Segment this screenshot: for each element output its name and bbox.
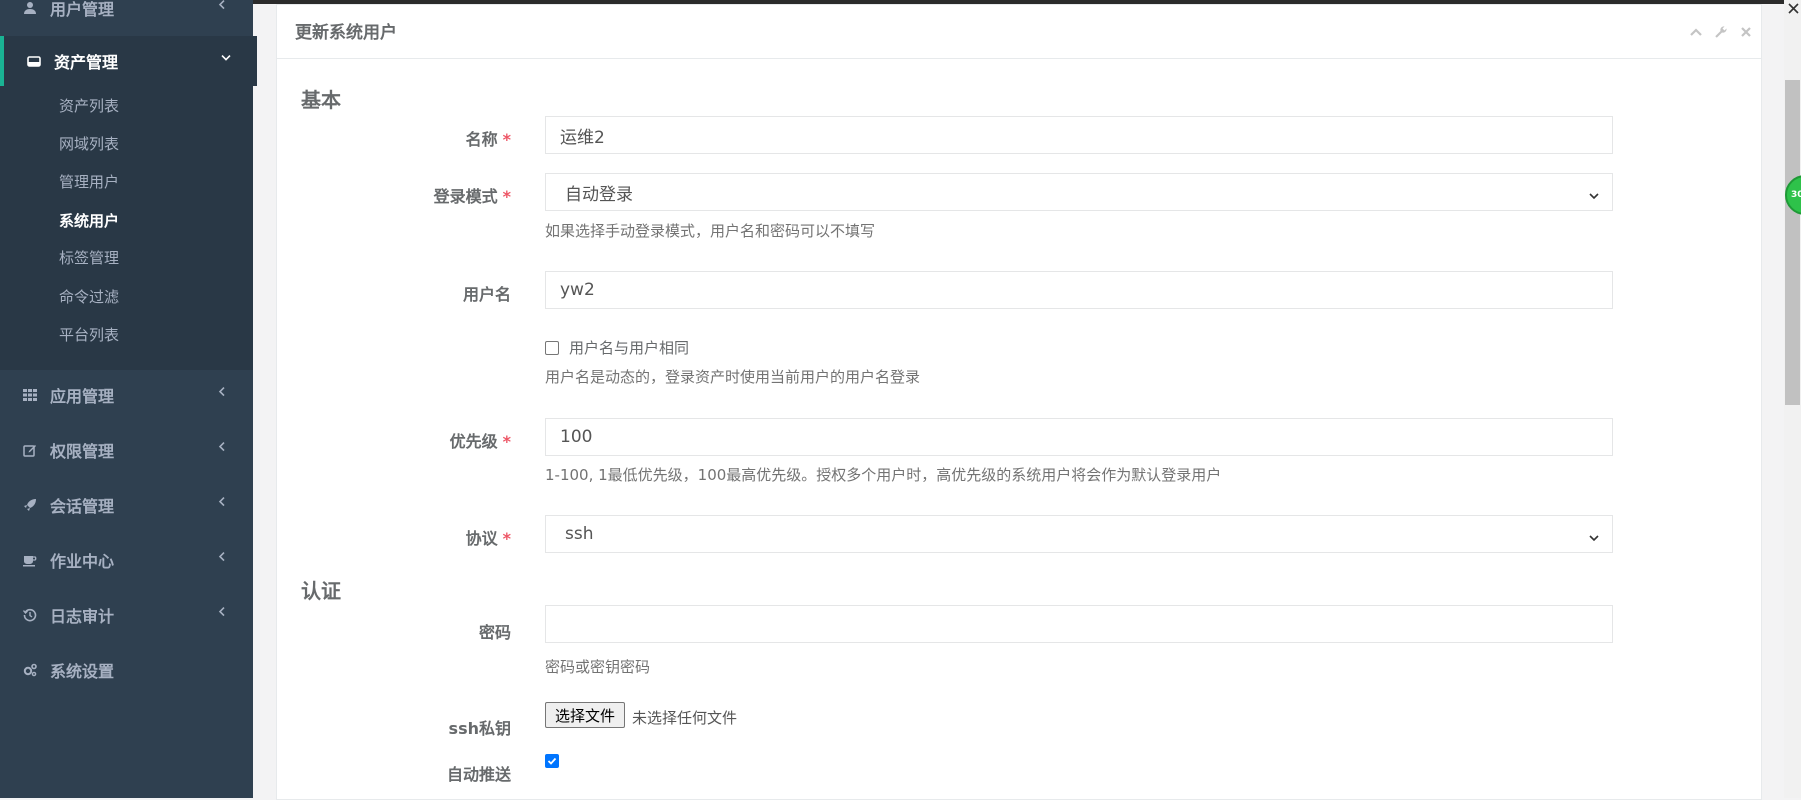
username-label: 用户名	[462, 285, 511, 304]
hdd-icon	[26, 53, 42, 69]
sidebar-item-domain-list[interactable]: 网域列表	[59, 132, 119, 156]
edit-icon	[22, 442, 38, 458]
username-label-wrap: 用户名	[277, 281, 511, 305]
update-system-user-panel: 更新系统用户 基本 名称* 登录模式* 自动登录 如果选择手动登录模式，用户名和…	[276, 4, 1762, 800]
priority-help: 1-100, 1最低优先级，100最高优先级。授权多个用户时，高优先级的系统用户…	[545, 466, 1222, 484]
sidebar-item-asset-list[interactable]: 资产列表	[59, 94, 119, 118]
chevron-down-icon	[1588, 529, 1600, 542]
login-mode-selected-value: 自动登录	[565, 184, 633, 205]
page-scrollbar-thumb[interactable]	[1785, 80, 1800, 405]
chevron-down-icon	[221, 53, 235, 67]
name-label-wrap: 名称 *	[277, 126, 511, 150]
protocol-select[interactable]: ssh	[545, 515, 1613, 553]
protocol-label-wrap: 协议 *	[277, 525, 511, 549]
nav-item-log-audit[interactable]: 日志审计	[0, 590, 253, 640]
th-grid-icon	[22, 387, 38, 403]
window-close-icon[interactable]	[1786, 0, 1801, 14]
nav-item-asset-management[interactable]: 资产管理	[0, 36, 257, 86]
auto-push-label-wrap: 自动推送	[277, 761, 511, 785]
protocol-selected-value: ssh	[565, 524, 594, 544]
login-mode-help: 如果选择手动登录模式，用户名和密码可以不填写	[545, 222, 876, 240]
priority-input[interactable]	[545, 418, 1613, 456]
sidebar-item-command-filter[interactable]: 命令过滤	[59, 285, 119, 309]
login-mode-label: 登录模式 *	[434, 183, 511, 207]
nav-item-label: 作业中心	[50, 552, 115, 571]
chevron-left-icon	[217, 552, 231, 566]
chevron-left-icon	[217, 442, 231, 456]
asset-submenu: 资产列表 网域列表 管理用户 系统用户 标签管理 命令过滤 平台列表	[0, 86, 253, 370]
priority-label: 优先级 *	[450, 428, 511, 452]
users-icon	[22, 0, 38, 16]
priority-label-text: 优先级	[449, 432, 498, 451]
checkmark-icon	[547, 757, 557, 765]
sidebar-item-platform-list[interactable]: 平台列表	[59, 323, 119, 347]
nav-item-user-management[interactable]: 用户管理	[0, 0, 253, 33]
password-label-wrap: 密码	[277, 619, 511, 643]
name-label: 名称 *	[466, 126, 511, 150]
nav-item-label: 日志审计	[50, 607, 115, 626]
rocket-icon	[22, 497, 38, 513]
priority-label-wrap: 优先级 *	[277, 428, 511, 452]
required-mark: *	[502, 187, 511, 206]
auto-push-checkbox[interactable]	[545, 754, 559, 768]
name-label-text: 名称	[465, 130, 498, 149]
sidebar-item-system-user[interactable]: 系统用户	[59, 209, 119, 233]
same-username-help: 用户名是动态的，登录资产时使用当前用户的用户名登录	[545, 368, 921, 386]
nav-item-permission-management[interactable]: 权限管理	[0, 425, 253, 475]
sidebar: 用户管理 资产管理 资产列表 网域列表 管理用户 系统用户 标签管理 命令过滤 …	[0, 0, 257, 798]
required-mark: *	[502, 432, 511, 451]
page-title: 更新系统用户	[295, 23, 397, 43]
nav-item-label: 用户管理	[50, 0, 115, 19]
password-input[interactable]	[545, 605, 1613, 643]
section-auth-heading: 认证	[301, 579, 341, 603]
nav-item-label: 应用管理	[50, 387, 115, 406]
required-mark: *	[502, 130, 511, 149]
nav-item-session-management[interactable]: 会话管理	[0, 480, 253, 530]
collapse-icon[interactable]	[1689, 25, 1703, 39]
chevron-left-icon	[217, 387, 231, 401]
username-input[interactable]	[545, 271, 1613, 309]
login-mode-label-wrap: 登录模式 *	[277, 183, 511, 207]
chevron-left-icon	[217, 497, 231, 511]
nav-item-app-management[interactable]: 应用管理	[0, 370, 253, 420]
close-icon[interactable]	[1739, 25, 1753, 39]
coffee-icon	[22, 552, 38, 568]
section-basic-heading: 基本	[301, 88, 341, 112]
gears-icon	[22, 662, 38, 678]
nav-item-label: 会话管理	[50, 497, 115, 516]
nav-item-label: 权限管理	[50, 442, 115, 461]
protocol-label-text: 协议	[465, 529, 498, 548]
sidebar-item-admin-user[interactable]: 管理用户	[59, 170, 119, 194]
ssh-key-label: ssh私钥	[448, 719, 511, 738]
required-mark: *	[502, 529, 511, 548]
chevron-left-icon	[217, 0, 231, 14]
sidebar-item-label-management[interactable]: 标签管理	[59, 246, 119, 270]
history-icon	[22, 607, 38, 623]
panel-header: 更新系统用户	[277, 5, 1761, 59]
same-username-checkbox[interactable]	[545, 341, 559, 355]
nav-item-job-center[interactable]: 作业中心	[0, 535, 253, 585]
password-label: 密码	[478, 623, 511, 642]
login-mode-label-text: 登录模式	[433, 187, 498, 206]
nav-item-label: 系统设置	[50, 662, 115, 681]
auto-push-label: 自动推送	[446, 765, 511, 784]
nav-item-label: 资产管理	[54, 53, 119, 72]
nav-item-system-settings[interactable]: 系统设置	[0, 645, 253, 695]
file-status-text: 未选择任何文件	[632, 709, 738, 727]
same-username-label: 用户名与用户相同	[569, 339, 690, 357]
ssh-key-label-wrap: ssh私钥	[277, 715, 511, 739]
chevron-down-icon	[1588, 187, 1600, 200]
login-mode-select[interactable]: 自动登录	[545, 173, 1613, 211]
choose-file-button[interactable]: 选择文件	[545, 702, 625, 728]
protocol-label: 协议 *	[466, 525, 511, 549]
chevron-left-icon	[217, 607, 231, 621]
wrench-icon[interactable]	[1714, 25, 1728, 39]
password-help: 密码或密钥密码	[545, 658, 651, 676]
name-input[interactable]	[545, 116, 1613, 154]
